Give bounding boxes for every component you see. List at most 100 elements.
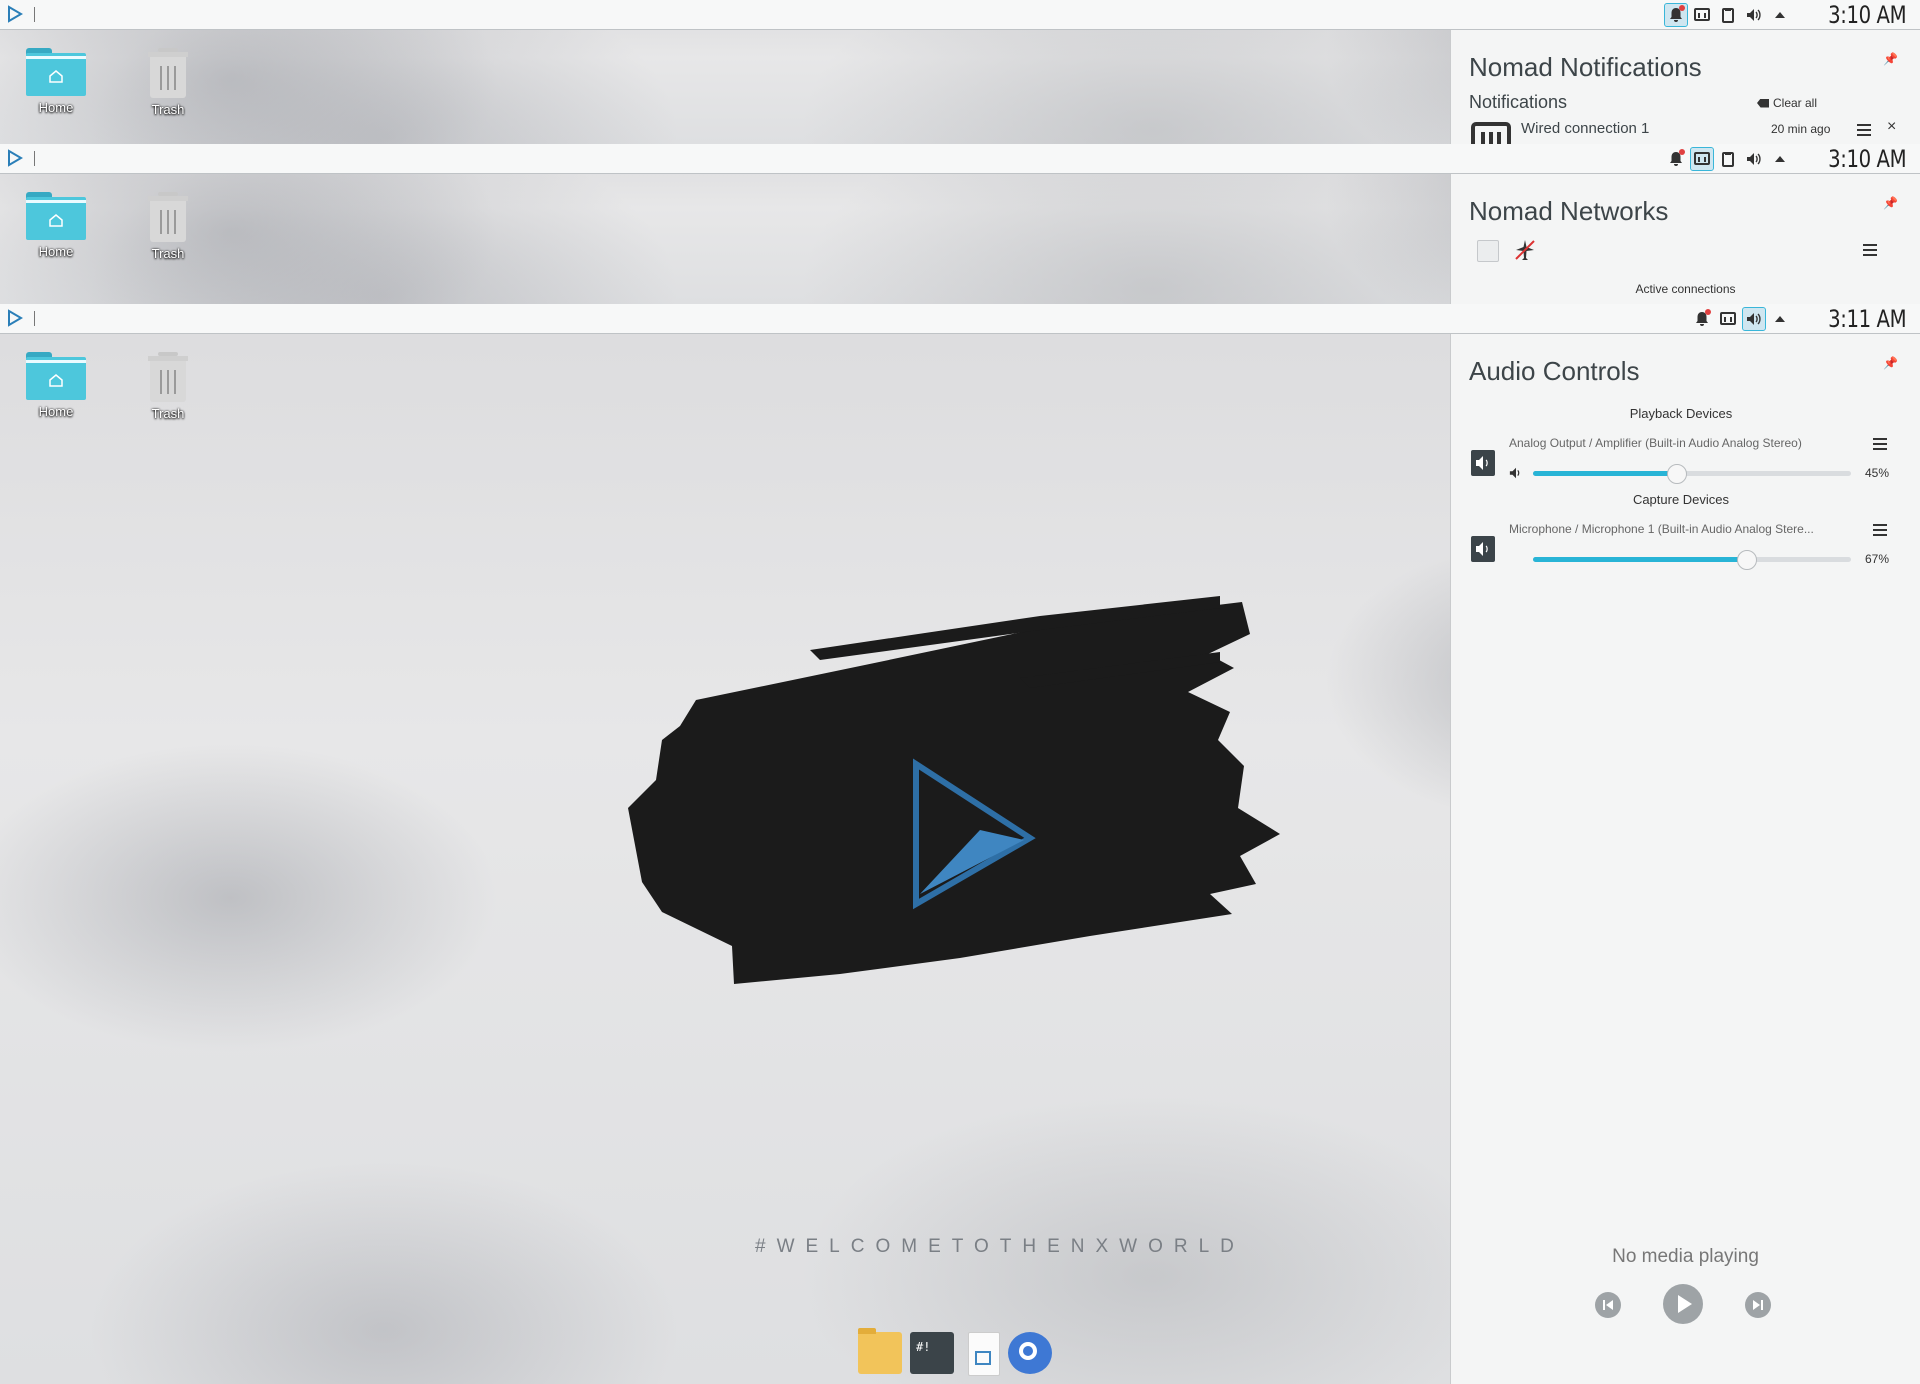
network-wired-icon — [1471, 122, 1511, 144]
desktop-icon-label: Home — [38, 244, 74, 259]
screen-audio: 3:11 AM Home Trash #WELCOMETOTHENXWORLD — [0, 304, 1920, 1384]
tray-expand-icon[interactable] — [1769, 4, 1791, 26]
notifications-title: Nomad Notifications — [1469, 52, 1702, 82]
trash-icon — [148, 352, 188, 402]
clear-icon — [1757, 98, 1769, 108]
tray-expand-icon[interactable] — [1769, 308, 1791, 330]
network-wired-icon[interactable] — [1689, 146, 1714, 171]
home-folder-icon — [26, 192, 86, 240]
notifications-bell-icon[interactable] — [1691, 308, 1713, 330]
capture-device-name: Microphone / Microphone 1 (Built-in Audi… — [1509, 522, 1814, 536]
desktop-icon-label: Trash — [151, 406, 185, 421]
active-connections-label: Active connections — [1635, 282, 1736, 296]
slider-fill — [1533, 471, 1677, 476]
capture-volume-label: 67% — [1865, 552, 1890, 566]
volume-icon[interactable] — [1743, 4, 1765, 26]
web-browser-icon[interactable] — [1008, 1332, 1052, 1374]
playback-device-name: Analog Output / Amplifier (Built-in Audi… — [1509, 436, 1802, 450]
desktop-icon-home[interactable]: Home — [11, 192, 101, 259]
notification-menu-icon[interactable] — [1857, 124, 1871, 136]
capture-device-menu-icon[interactable] — [1873, 524, 1887, 536]
pin-icon[interactable]: 📌 — [1883, 196, 1898, 210]
notifications-bell-icon[interactable] — [1663, 2, 1688, 27]
launcher-icon[interactable] — [6, 5, 26, 25]
capture-volume-slider[interactable] — [1533, 550, 1851, 570]
desktop-icon-label: Home — [38, 100, 74, 115]
slider-knob[interactable] — [1667, 464, 1688, 484]
clock[interactable]: 3:10 AM — [1828, 145, 1906, 173]
notification-title: Wired connection 1 — [1521, 120, 1650, 137]
panel-separator — [34, 151, 35, 166]
top-panel: 3:11 AM — [0, 304, 1920, 334]
clock[interactable]: 3:11 AM — [1828, 305, 1906, 333]
notification-item[interactable]: Wired connection 1 20 min ago × — [1469, 118, 1909, 144]
desktop-icon-trash[interactable]: Trash — [123, 48, 213, 117]
desktop-icon-label: Home — [38, 404, 74, 419]
home-folder-icon — [26, 352, 86, 400]
text-editor-icon[interactable] — [968, 1332, 1000, 1376]
desktop-icon-home[interactable]: Home — [11, 48, 101, 115]
top-panel: 3:10 AM — [0, 144, 1920, 174]
welcome-hashtag: #WELCOMETOTHENXWORLD — [755, 1236, 1245, 1257]
volume-icon[interactable] — [1743, 148, 1765, 170]
speaker-device-icon — [1471, 450, 1495, 476]
networks-panel: Nomad Networks 📌 Active connections — [1450, 174, 1920, 304]
networks-menu-icon[interactable] — [1863, 244, 1877, 256]
system-tray: 3:10 AM — [1663, 0, 1906, 29]
networking-toggle-checkbox[interactable] — [1477, 240, 1499, 262]
terminal-icon[interactable]: #! — [910, 1332, 954, 1374]
playback-volume-label: 45% — [1865, 466, 1890, 480]
airplane-mode-icon[interactable] — [1513, 238, 1537, 267]
desktop-icon-trash[interactable]: Trash — [123, 352, 213, 421]
clipboard-icon[interactable] — [1717, 148, 1739, 170]
panel-separator — [34, 7, 35, 22]
microphone-device-icon — [1471, 536, 1495, 562]
clipboard-icon[interactable] — [1717, 4, 1739, 26]
next-track-icon[interactable] — [1745, 1292, 1771, 1318]
desktop-icon-trash[interactable]: Trash — [123, 192, 213, 261]
audio-panel: Audio Controls 📌 Playback Devices Analog… — [1450, 334, 1920, 1384]
desktop-icon-home[interactable]: Home — [11, 352, 101, 419]
trash-icon — [148, 192, 188, 242]
notification-close-icon[interactable]: × — [1887, 118, 1896, 136]
pin-icon[interactable]: 📌 — [1883, 356, 1898, 370]
media-status: No media playing — [1612, 1246, 1759, 1267]
previous-track-icon[interactable] — [1595, 1292, 1621, 1318]
network-wired-icon[interactable] — [1691, 4, 1713, 26]
playback-devices-header: Playback Devices — [1629, 406, 1733, 421]
notifications-bell-icon[interactable] — [1665, 148, 1687, 170]
panel-separator — [34, 311, 35, 326]
clear-all-button[interactable]: Clear all — [1757, 96, 1817, 110]
play-button[interactable] — [1663, 1284, 1703, 1324]
launcher-icon[interactable] — [6, 309, 26, 329]
playback-device-menu-icon[interactable] — [1873, 438, 1887, 450]
top-panel: 3:10 AM — [0, 0, 1920, 30]
dock: #! — [858, 1328, 1052, 1376]
slider-knob[interactable] — [1737, 550, 1758, 570]
volume-icon[interactable] — [1741, 306, 1766, 331]
mute-speaker-icon[interactable] — [1509, 466, 1523, 485]
notifications-section-label: Notifications — [1469, 92, 1568, 112]
desktop-icon-label: Trash — [151, 246, 185, 261]
slider-fill — [1533, 557, 1747, 562]
screen-notifications: 3:10 AM Home Trash Nomad Notifications 📌… — [0, 0, 1920, 144]
notification-time: 20 min ago — [1771, 122, 1831, 136]
tray-expand-icon[interactable] — [1769, 148, 1791, 170]
home-folder-icon — [26, 48, 86, 96]
audio-title: Audio Controls — [1469, 356, 1640, 386]
system-tray: 3:10 AM — [1665, 144, 1906, 173]
network-wired-icon[interactable] — [1717, 308, 1739, 330]
launcher-icon[interactable] — [6, 149, 26, 169]
clock[interactable]: 3:10 AM — [1828, 1, 1906, 29]
system-tray: 3:11 AM — [1691, 304, 1906, 333]
screen-networks: 3:10 AM Home Trash Nomad Networks 📌 Acti… — [0, 144, 1920, 304]
capture-devices-header: Capture Devices — [1632, 492, 1730, 507]
notifications-panel: Nomad Notifications 📌 Notifications Clea… — [1450, 30, 1920, 144]
trash-icon — [148, 48, 188, 98]
files-folder-icon[interactable] — [858, 1328, 902, 1374]
desktop-icon-label: Trash — [151, 102, 185, 117]
pin-icon[interactable]: 📌 — [1883, 52, 1898, 66]
playback-volume-slider[interactable] — [1533, 464, 1851, 484]
networks-title: Nomad Networks — [1469, 196, 1669, 226]
nx-brush-logo — [628, 596, 1280, 984]
